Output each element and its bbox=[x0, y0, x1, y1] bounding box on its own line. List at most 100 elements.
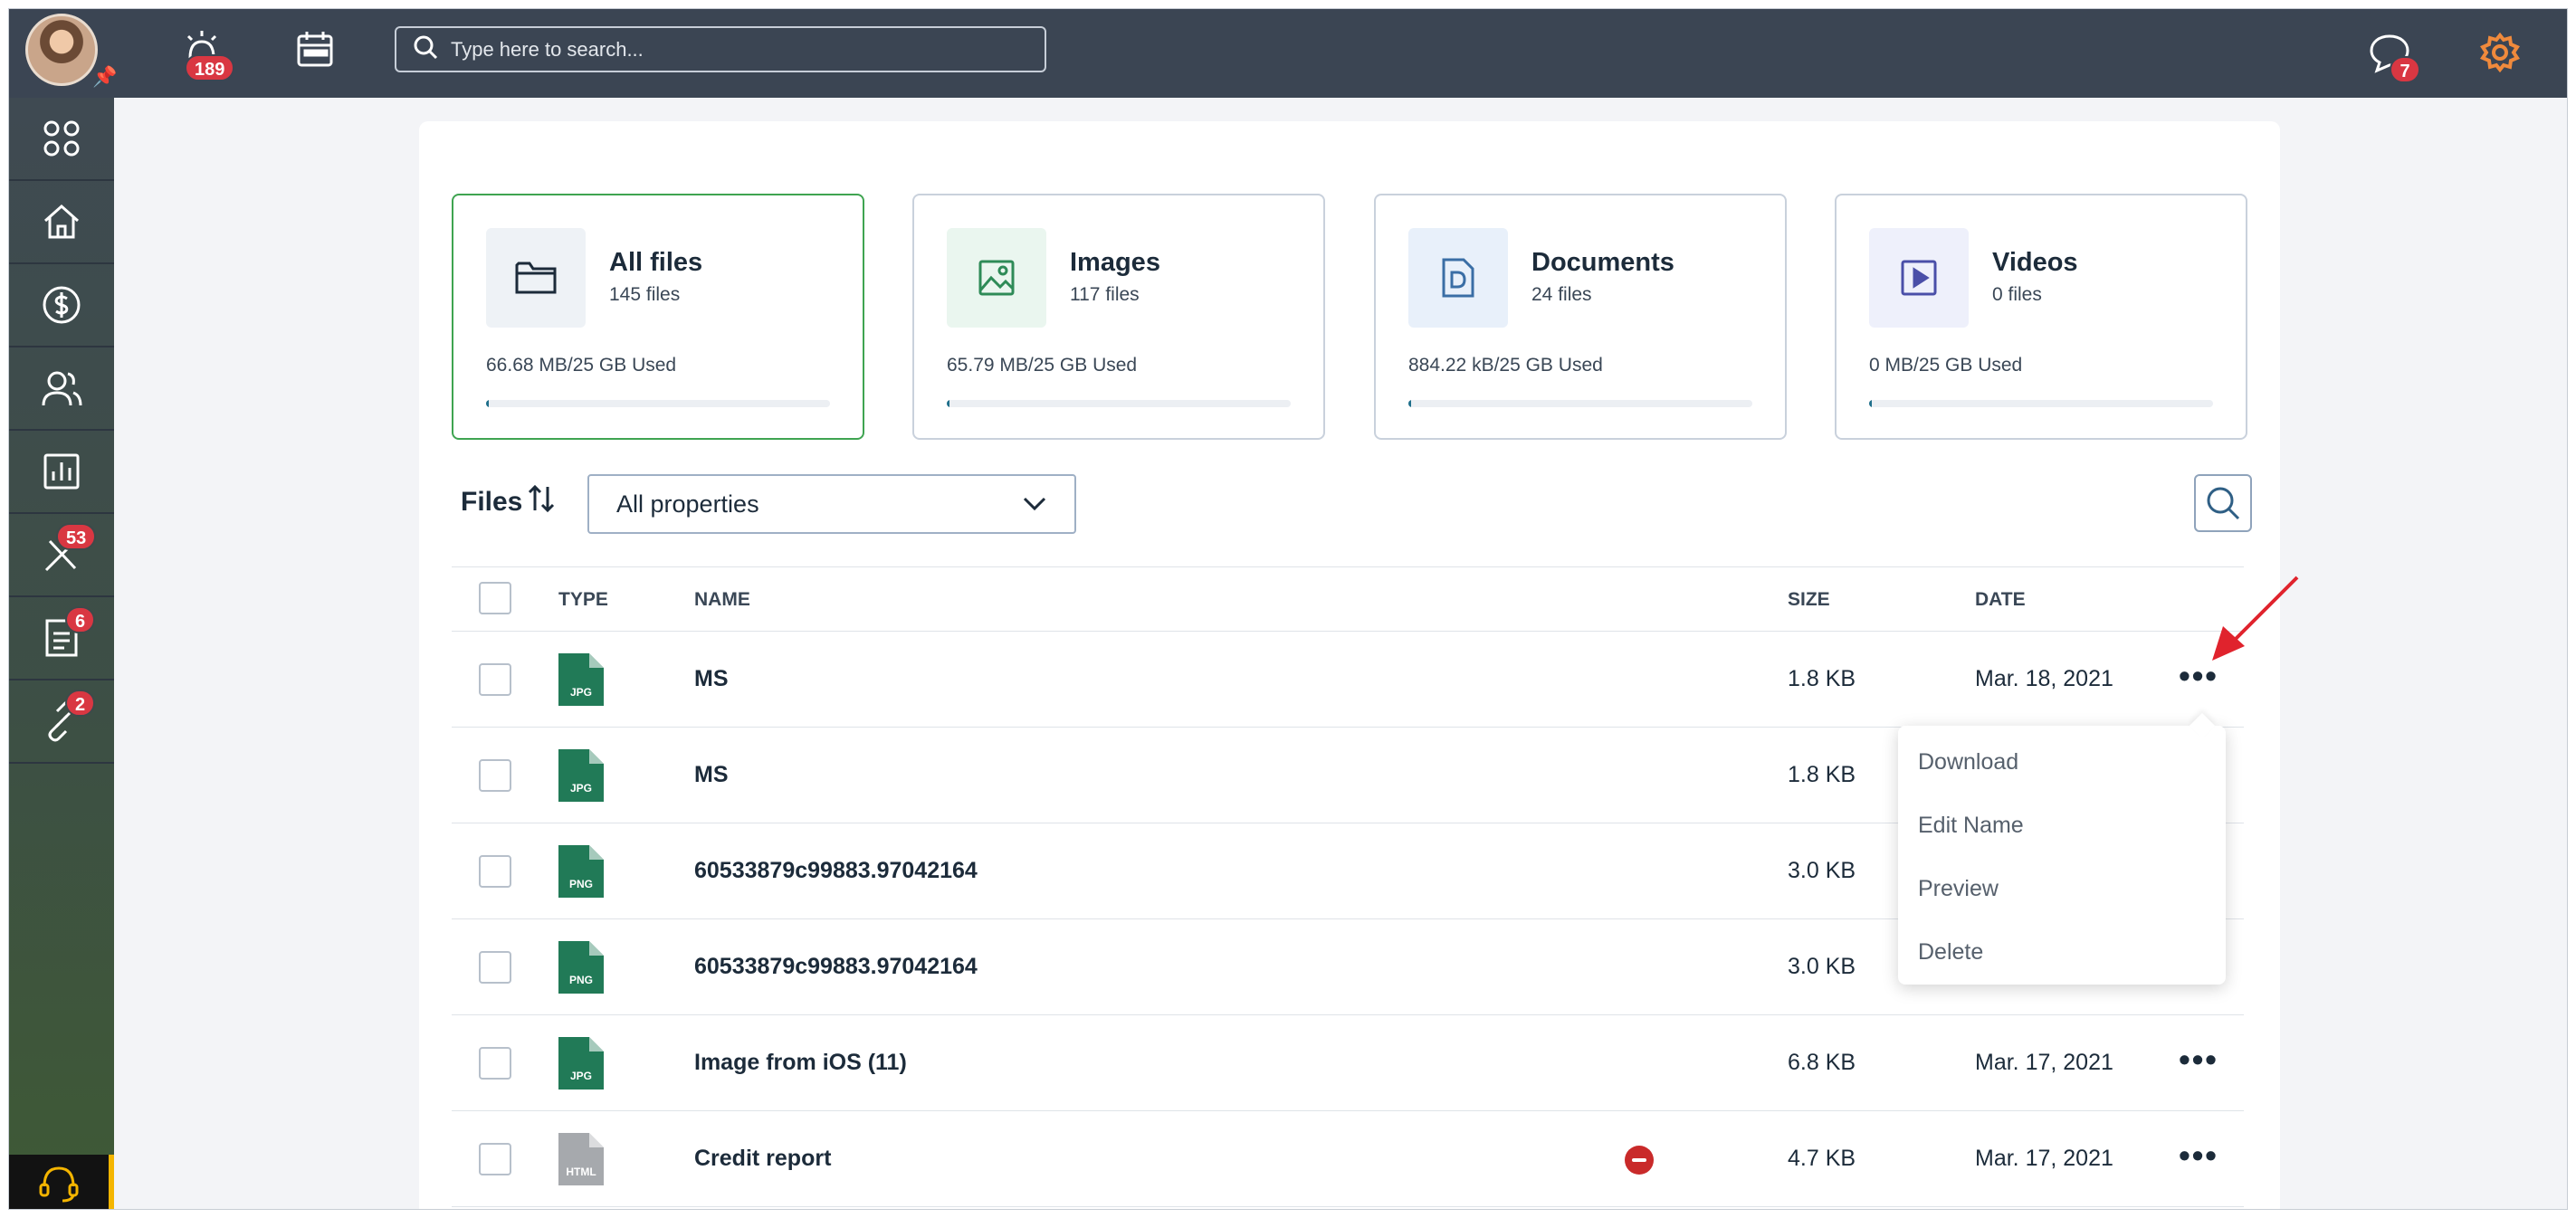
stat-card-images[interactable]: Images 117 files 65.79 MB/25 GB Used bbox=[912, 194, 1325, 440]
notifications-badge: 189 bbox=[185, 54, 235, 81]
pin-icon: 📌 bbox=[92, 65, 118, 88]
file-type-icon: JPG bbox=[558, 1037, 604, 1090]
folder-icon bbox=[486, 228, 586, 328]
stat-title: Videos bbox=[1992, 248, 2078, 277]
sidebar-item-documents[interactable]: 6 bbox=[9, 597, 114, 680]
stat-usage: 66.68 MB/25 GB Used bbox=[486, 355, 677, 376]
table-row[interactable]: JPG MS 1.8 KB Mar. 18, 2021 ••• bbox=[452, 632, 2244, 728]
sidebar-item-reports[interactable] bbox=[9, 431, 114, 514]
stat-count: 145 files bbox=[609, 284, 681, 305]
video-icon bbox=[1869, 228, 1969, 328]
row-checkbox[interactable] bbox=[479, 1047, 511, 1080]
stat-card-all-files[interactable]: All files 145 files 66.68 MB/25 GB Used bbox=[452, 194, 864, 440]
usage-bar-fill bbox=[1408, 400, 1411, 407]
image-icon bbox=[947, 228, 1046, 328]
chart-icon bbox=[43, 453, 80, 490]
sidebar-item-tools[interactable]: 53 bbox=[9, 514, 114, 597]
links-badge: 2 bbox=[65, 690, 96, 717]
header-type: TYPE bbox=[558, 589, 608, 610]
file-date: Mar. 18, 2021 bbox=[1975, 666, 2113, 691]
file-name[interactable]: MS bbox=[694, 762, 729, 788]
stat-count: 24 files bbox=[1531, 284, 1592, 305]
row-checkbox[interactable] bbox=[479, 1143, 511, 1175]
sidebar-item-links[interactable]: 2 bbox=[9, 680, 114, 764]
document-icon bbox=[1408, 228, 1508, 328]
file-name[interactable]: 60533879c99883.97042164 bbox=[694, 858, 978, 884]
sidebar-item-home[interactable] bbox=[9, 181, 114, 264]
files-heading: Files bbox=[461, 483, 557, 521]
header-name[interactable]: NAME bbox=[694, 589, 750, 611]
usage-bar bbox=[1869, 400, 2213, 407]
file-size: 1.8 KB bbox=[1788, 666, 1856, 691]
avatar[interactable] bbox=[25, 14, 98, 86]
table-row[interactable]: HTML Credit report 4.7 KB Mar. 17, 2021 … bbox=[452, 1111, 2244, 1207]
table-header: TYPE NAME SIZE DATE bbox=[452, 566, 2244, 632]
file-date: Mar. 17, 2021 bbox=[1975, 1050, 2113, 1075]
search-bar[interactable] bbox=[395, 26, 1046, 72]
sort-icon[interactable] bbox=[526, 483, 557, 521]
properties-filter-dropdown[interactable]: All properties bbox=[587, 474, 1076, 534]
table-row[interactable]: JPG Image from iOS (11) 6.8 KB Mar. 17, … bbox=[452, 1015, 2244, 1111]
home-icon bbox=[44, 204, 79, 239]
users-icon bbox=[42, 371, 82, 406]
file-context-menu: Download Edit Name Preview Delete bbox=[1898, 726, 2226, 985]
file-name[interactable]: 60533879c99883.97042164 bbox=[694, 954, 978, 980]
menu-item-delete[interactable]: Delete bbox=[1918, 939, 1983, 966]
headset-icon bbox=[39, 1166, 79, 1203]
file-date: Mar. 17, 2021 bbox=[1975, 1146, 2113, 1171]
menu-item-preview[interactable]: Preview bbox=[1918, 876, 1999, 902]
warning-icon bbox=[1625, 1146, 1654, 1175]
file-name[interactable]: Credit report bbox=[694, 1146, 831, 1172]
stat-card-videos[interactable]: Videos 0 files 0 MB/25 GB Used bbox=[1835, 194, 2247, 440]
app-window: 📌 189 7 bbox=[8, 8, 2568, 1210]
annotation-arrow-icon bbox=[2199, 570, 2308, 674]
calendar-icon[interactable] bbox=[295, 29, 335, 73]
file-size: 6.8 KB bbox=[1788, 1050, 1856, 1075]
files-search-button[interactable] bbox=[2194, 474, 2252, 532]
file-type-icon: JPG bbox=[558, 653, 604, 706]
usage-bar-fill bbox=[1869, 400, 1872, 407]
files-label: Files bbox=[461, 487, 523, 517]
file-ext: JPG bbox=[569, 1070, 592, 1082]
file-ext: PNG bbox=[568, 878, 593, 890]
file-type-icon: JPG bbox=[558, 749, 604, 802]
usage-bar bbox=[947, 400, 1291, 407]
support-button[interactable] bbox=[9, 1155, 114, 1209]
file-name[interactable]: Image from iOS (11) bbox=[694, 1050, 907, 1076]
menu-item-download[interactable]: Download bbox=[1918, 749, 2018, 776]
menu-item-edit-name[interactable]: Edit Name bbox=[1918, 813, 2024, 839]
sidebar-item-contacts[interactable] bbox=[9, 347, 114, 431]
documents-badge: 6 bbox=[65, 606, 96, 633]
sidebar-item-billing[interactable] bbox=[9, 264, 114, 347]
select-all-checkbox[interactable] bbox=[479, 582, 511, 614]
stat-count: 117 files bbox=[1070, 284, 1140, 305]
filter-value: All properties bbox=[616, 490, 759, 518]
apps-grid-icon bbox=[43, 120, 80, 157]
row-checkbox[interactable] bbox=[479, 663, 511, 696]
settings-gear-icon[interactable] bbox=[2480, 32, 2520, 77]
row-checkbox[interactable] bbox=[479, 855, 511, 888]
stat-title: Documents bbox=[1531, 248, 1674, 277]
file-type-icon: PNG bbox=[558, 941, 604, 994]
messages-badge: 7 bbox=[2390, 56, 2420, 83]
usage-bar bbox=[1408, 400, 1752, 407]
row-checkbox[interactable] bbox=[479, 759, 511, 792]
usage-bar bbox=[486, 400, 830, 407]
stat-usage: 0 MB/25 GB Used bbox=[1869, 355, 2023, 376]
header-size[interactable]: SIZE bbox=[1788, 589, 1830, 611]
more-options-icon[interactable]: ••• bbox=[2171, 1041, 2226, 1079]
search-input[interactable] bbox=[451, 37, 1030, 62]
file-size: 4.7 KB bbox=[1788, 1146, 1856, 1171]
file-type-icon: PNG bbox=[558, 845, 604, 898]
header-date[interactable]: DATE bbox=[1975, 589, 2026, 611]
more-options-icon[interactable]: ••• bbox=[2171, 1137, 2226, 1175]
file-ext: PNG bbox=[568, 974, 593, 986]
stat-title: All files bbox=[609, 248, 703, 277]
row-checkbox[interactable] bbox=[479, 951, 511, 984]
file-ext: JPG bbox=[569, 686, 592, 699]
chevron-down-icon bbox=[1022, 490, 1047, 519]
stat-card-documents[interactable]: Documents 24 files 884.22 kB/25 GB Used bbox=[1374, 194, 1787, 440]
sidebar-item-apps[interactable] bbox=[9, 98, 114, 181]
file-name[interactable]: MS bbox=[694, 666, 729, 692]
dollar-icon bbox=[43, 286, 81, 324]
